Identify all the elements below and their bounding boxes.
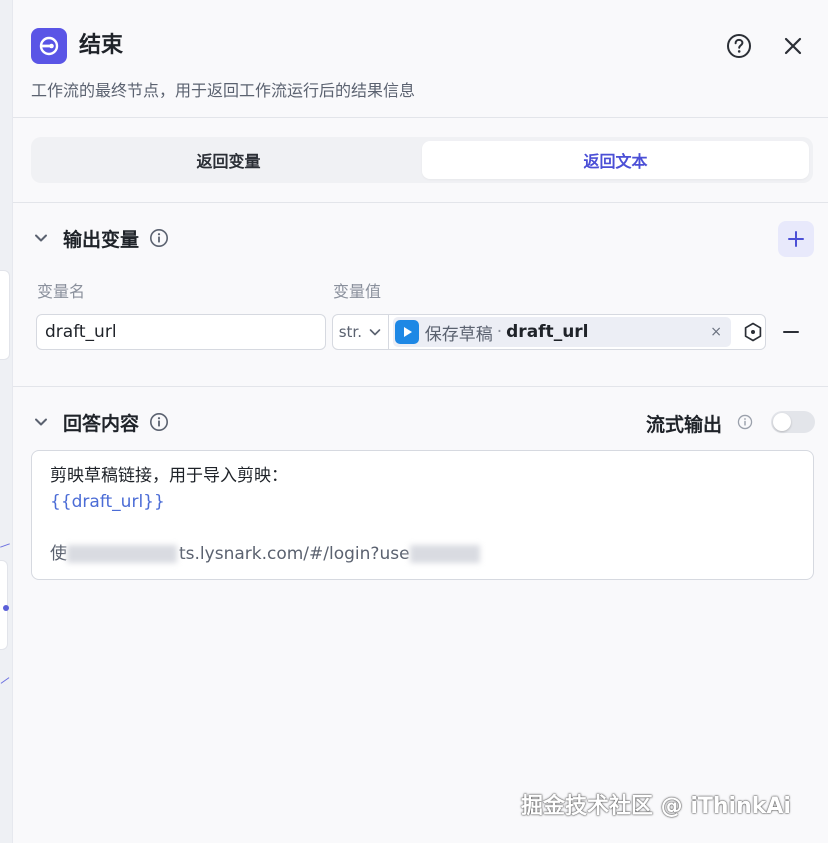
answer-content-editor[interactable]: 剪映草稿链接，用于导入剪映： {{draft_url}} 使 ts.lysnark… (31, 450, 814, 580)
info-icon (149, 412, 169, 432)
variable-name-input[interactable] (36, 314, 326, 350)
minus-icon (783, 331, 799, 333)
tab-return-text[interactable]: 返回文本 (422, 141, 809, 179)
chevron-down-icon (369, 329, 381, 336)
draft-node-icon (394, 320, 419, 344)
page-title: 结束 (79, 33, 124, 58)
watermark: 掘金技术社区 @ iThinkAi (521, 794, 791, 819)
stream-output-label: 流式输出 (646, 414, 723, 436)
info-icon (735, 412, 755, 432)
variable-value-field: str. 保存草稿 · draft_url × (332, 314, 766, 350)
answer-text-url: ts.lysnark.com/#/login?use (179, 544, 410, 564)
section-title: 输出变量 (63, 228, 140, 251)
tab-return-variables[interactable]: 返回变量 (35, 141, 422, 179)
redacted-text (67, 545, 177, 563)
remove-variable-button[interactable] (779, 320, 803, 344)
panel-header: 结束 工作流的最终节点，用于返回工作流运行后的结果信息 (13, 0, 828, 118)
answer-text-line: 使 ts.lysnark.com/#/login?use (50, 541, 480, 567)
type-select-value: str. (338, 323, 362, 341)
answer-text-line: 剪映草稿链接，用于导入剪映： (50, 466, 288, 486)
clear-reference-button[interactable]: × (707, 323, 725, 341)
reference-variable-name: draft_url (506, 322, 589, 342)
divider (13, 117, 828, 118)
reference-separator: · (496, 322, 503, 342)
answer-text-prefix: 使 (50, 544, 67, 564)
plus-icon (788, 231, 804, 247)
variable-picker-icon[interactable] (741, 320, 765, 344)
canvas-connector-line (0, 677, 10, 684)
add-variable-button[interactable] (778, 221, 814, 257)
canvas-connector-line (0, 543, 10, 548)
redacted-text (409, 545, 480, 563)
end-node-panel: 结束 工作流的最终节点，用于返回工作流运行后的结果信息 返回变量 返回文本 输出… (12, 0, 828, 843)
end-node-icon (31, 28, 67, 64)
type-select[interactable]: str. (333, 315, 389, 349)
node-description: 工作流的最终节点，用于返回工作流运行后的结果信息 (31, 81, 416, 100)
answer-variable-token: {{draft_url}} (50, 492, 165, 512)
help-button[interactable] (725, 32, 753, 60)
stream-output-toggle[interactable] (771, 411, 815, 433)
chevron-down-icon[interactable] (31, 228, 51, 248)
canvas-node-edge (0, 270, 10, 360)
return-mode-tabs: 返回变量 返回文本 (31, 137, 813, 183)
column-label-value: 变量值 (333, 282, 382, 301)
toggle-knob (773, 413, 791, 431)
question-circle-icon (727, 34, 751, 58)
close-icon (784, 37, 802, 55)
answer-section-header: 回答内容 (31, 406, 169, 438)
output-section-header: 输出变量 (31, 222, 169, 254)
divider (13, 386, 828, 387)
column-label-name: 变量名 (37, 282, 86, 301)
variable-reference-chip[interactable]: 保存草稿 · draft_url × (392, 317, 732, 347)
info-icon (149, 228, 169, 248)
chevron-down-icon[interactable] (31, 412, 51, 432)
workflow-canvas-edge (0, 0, 12, 843)
section-title: 回答内容 (63, 412, 140, 435)
canvas-port-dot (3, 605, 9, 611)
close-button[interactable] (779, 32, 807, 60)
divider (13, 202, 828, 203)
reference-node-name: 保存草稿 (424, 324, 493, 345)
